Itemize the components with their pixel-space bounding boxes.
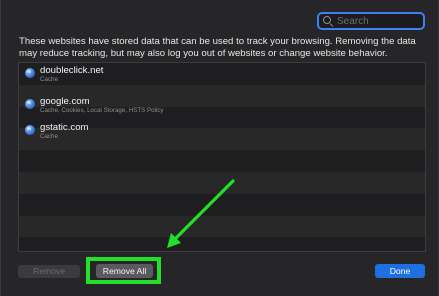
list-item[interactable]: doubleclick.net Cache [19,63,425,85]
website-data-description: These websites have stored data that can… [19,36,416,59]
list-item[interactable]: gstatic.com Cache [19,120,425,142]
website-data-types: Cache, Cookies, Local Storage, HSTS Poli… [40,107,164,114]
list-item[interactable]: google.com Cache, Cookies, Local Storage… [19,94,425,116]
remove-button[interactable]: Remove [18,265,80,278]
remove-all-button[interactable]: Remove All [96,264,153,278]
website-domain: google.com [40,96,90,107]
globe-icon [25,125,35,135]
website-data-sheet: These websites have stored data that can… [0,0,439,296]
list-stripes [19,63,425,251]
search-field[interactable] [317,12,425,30]
search-input[interactable] [337,15,417,27]
website-domain: doubleclick.net [40,65,104,76]
globe-icon [25,68,35,78]
website-data-types: Cache [40,133,58,140]
done-button[interactable]: Done [375,264,425,278]
globe-icon [25,99,35,109]
website-data-types: Cache [40,76,58,83]
magnifying-glass-icon [323,16,333,26]
website-domain: gstatic.com [40,122,89,133]
website-data-list[interactable]: doubleclick.net Cache google.com Cache, … [18,62,426,252]
